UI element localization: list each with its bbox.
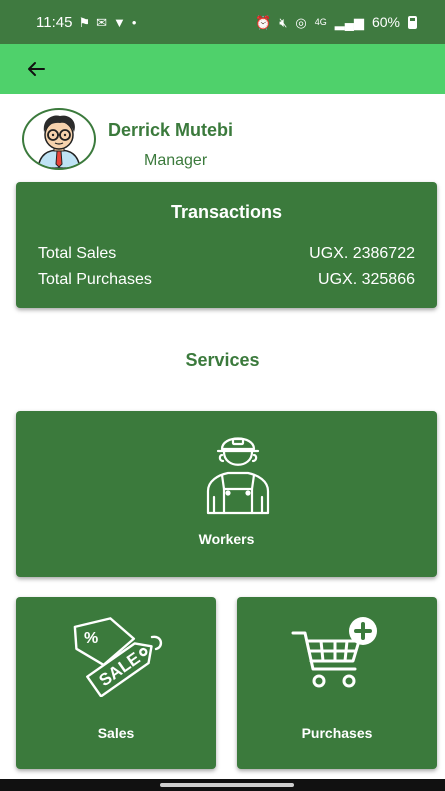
back-arrow-icon xyxy=(28,62,45,76)
status-left: 11:45 ⚑ ✉ ▼ • xyxy=(36,14,136,31)
transactions-title: Transactions xyxy=(170,202,283,222)
app-bar xyxy=(0,44,445,94)
app-v-icon: ▼ xyxy=(113,14,126,30)
sales-tile[interactable]: % SALE Sales xyxy=(16,597,216,769)
worker-icon xyxy=(200,425,276,520)
status-right: ⏰ 🔇︎ ◎ 4G ▂▄▆ 60% xyxy=(255,14,417,30)
total-purchases-row: Total Purchases UGX. 325866 xyxy=(38,271,415,289)
workers-tile[interactable]: Workers xyxy=(16,411,437,577)
status-bar: 11:45 ⚑ ✉ ▼ • ⏰ 🔇︎ ◎ 4G ▂▄▆ 60% xyxy=(0,0,445,44)
svg-text:%: % xyxy=(84,630,98,647)
hotspot-icon: ◎ xyxy=(295,14,307,30)
purchases-label: Purchases xyxy=(301,725,373,741)
battery-percent: 60% xyxy=(371,14,400,30)
signal-icon: ▂▄▆ xyxy=(334,14,364,30)
user-name: Derrick Mutebi xyxy=(108,120,234,140)
system-nav-bar xyxy=(0,779,445,791)
mute-icon: 🔇︎ xyxy=(279,14,288,30)
sale-tag-icon: % SALE xyxy=(72,617,164,702)
workers-label: Workers xyxy=(198,531,255,547)
user-role: Manager xyxy=(144,152,208,169)
total-sales-row: Total Sales UGX. 2386722 xyxy=(38,245,415,263)
total-purchases-label: Total Purchases xyxy=(38,271,152,288)
home-gesture-handle[interactable] xyxy=(160,783,294,787)
avatar[interactable] xyxy=(22,108,96,170)
services-title: Services xyxy=(185,350,260,370)
battery-icon xyxy=(408,15,417,29)
total-sales-value: UGX. 2386722 xyxy=(309,245,415,262)
dot-icon: • xyxy=(131,14,137,30)
total-sales-label: Total Sales xyxy=(38,245,117,262)
status-time: 11:45 xyxy=(36,13,73,31)
total-purchases-value: UGX. 325866 xyxy=(318,271,415,288)
back-button[interactable] xyxy=(14,47,58,91)
alarm-icon: ⏰ xyxy=(255,14,272,30)
cart-add-icon xyxy=(291,615,383,696)
profile-header: Derrick Mutebi Manager xyxy=(22,108,422,174)
sales-label: Sales xyxy=(97,725,135,741)
mail-icon: ✉ xyxy=(96,14,107,30)
user-avatar-icon xyxy=(37,115,81,168)
transactions-card: Transactions Total Sales UGX. 2386722 To… xyxy=(16,182,437,308)
purchases-tile[interactable]: Purchases xyxy=(237,597,437,769)
network-type-icon: 4G xyxy=(314,16,327,27)
notification-n-icon: ⚑ xyxy=(78,14,91,30)
